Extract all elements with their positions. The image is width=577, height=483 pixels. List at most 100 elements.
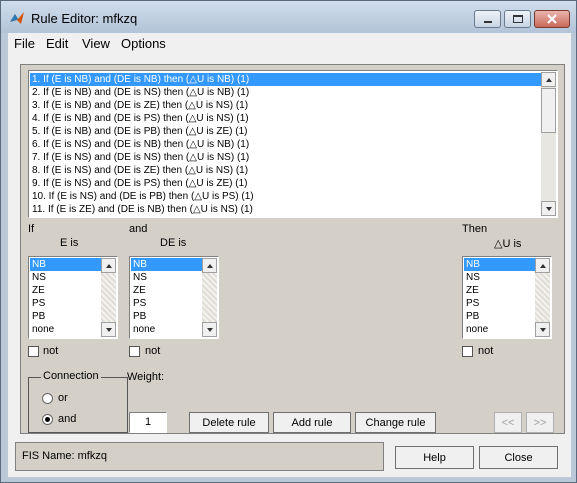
- connection-group: Connection or and: [28, 370, 128, 433]
- rule-row[interactable]: 8. If (E is NS) and (DE is ZE) then (△U …: [30, 164, 543, 177]
- close-window-button[interactable]: [534, 10, 570, 28]
- rules-list[interactable]: 1. If (E is NB) and (DE is NB) then (△U …: [28, 70, 558, 218]
- u-list-scrollbar[interactable]: [535, 258, 550, 337]
- title-bar: Rule Editor: mfkzq: [1, 1, 576, 33]
- list-item[interactable]: PB: [30, 310, 102, 323]
- scroll-down-button[interactable]: [535, 322, 550, 337]
- close-button[interactable]: Close: [479, 446, 558, 469]
- e-items: NB NS ZE PS PB none: [30, 258, 102, 336]
- list-item[interactable]: NB: [464, 258, 536, 271]
- or-radio[interactable]: [42, 393, 53, 404]
- rule-row[interactable]: 7. If (E is NS) and (DE is NS) then (△U …: [30, 151, 543, 164]
- de-list-scrollbar[interactable]: [202, 258, 217, 337]
- list-item[interactable]: ZE: [131, 284, 203, 297]
- de-is-label: DE is: [160, 237, 187, 249]
- rule-row[interactable]: 1. If (E is NB) and (DE is NB) then (△U …: [30, 73, 543, 86]
- client-area: 1. If (E is NB) and (DE is NB) then (△U …: [8, 54, 571, 477]
- rule-row[interactable]: 10. If (E is NS) and (DE is PB) then (△U…: [30, 190, 543, 203]
- rule-row[interactable]: 2. If (E is NB) and (DE is NS) then (△U …: [30, 86, 543, 99]
- rule-editor-window: Rule Editor: mfkzq File Edit View Option…: [0, 0, 577, 483]
- list-item[interactable]: none: [464, 323, 536, 336]
- minimize-button[interactable]: [474, 10, 501, 28]
- scroll-down-button[interactable]: [101, 322, 116, 337]
- menu-edit[interactable]: Edit: [46, 36, 68, 51]
- list-item[interactable]: NB: [30, 258, 102, 271]
- arrow-up-icon: [545, 77, 552, 82]
- list-item[interactable]: none: [30, 323, 102, 336]
- connection-title: Connection: [41, 370, 101, 382]
- weight-label: Weight:: [127, 371, 165, 383]
- window-title: Rule Editor: mfkzq: [31, 11, 138, 26]
- status-bar: FIS Name: mfkzq: [15, 442, 384, 471]
- scroll-down-button[interactable]: [541, 201, 556, 216]
- next-button[interactable]: >>: [526, 412, 554, 433]
- or-label: or: [58, 392, 68, 404]
- and-radio[interactable]: [42, 414, 53, 425]
- minimize-icon: [483, 21, 492, 23]
- arrow-down-icon: [539, 327, 546, 332]
- arrow-up-icon: [206, 263, 213, 268]
- rule-row[interactable]: 5. If (E is NB) and (DE is PB) then (△U …: [30, 125, 543, 138]
- scroll-up-button[interactable]: [101, 258, 116, 273]
- menu-view[interactable]: View: [82, 36, 110, 51]
- u-membership-list[interactable]: NB NS ZE PS PB none: [462, 256, 552, 339]
- rule-row[interactable]: 4. If (E is NB) and (DE is PS) then (△U …: [30, 112, 543, 125]
- if-label: If: [28, 223, 35, 235]
- and-label: and: [129, 223, 148, 235]
- list-item[interactable]: PB: [131, 310, 203, 323]
- add-rule-button[interactable]: Add rule: [273, 412, 351, 433]
- de-not-label: not: [145, 345, 161, 357]
- rule-row[interactable]: 9. If (E is NS) and (DE is PS) then (△U …: [30, 177, 543, 190]
- list-item[interactable]: PS: [131, 297, 203, 310]
- u-items: NB NS ZE PS PB none: [464, 258, 536, 336]
- help-button[interactable]: Help: [395, 446, 474, 469]
- delete-rule-button[interactable]: Delete rule: [189, 412, 269, 433]
- close-icon: [547, 14, 557, 24]
- list-item[interactable]: PS: [30, 297, 102, 310]
- scroll-thumb[interactable]: [541, 88, 556, 133]
- e-membership-list[interactable]: NB NS ZE PS PB none: [28, 256, 118, 339]
- list-item[interactable]: NS: [464, 271, 536, 284]
- e-not-checkbox[interactable]: [28, 346, 39, 357]
- menu-bar: File Edit View Options: [8, 33, 571, 54]
- rule-row[interactable]: 6. If (E is NS) and (DE is NB) then (△U …: [30, 138, 543, 151]
- scroll-up-button[interactable]: [535, 258, 550, 273]
- scroll-up-button[interactable]: [202, 258, 217, 273]
- list-item[interactable]: NS: [30, 271, 102, 284]
- rules-scrollbar[interactable]: [541, 72, 556, 216]
- rule-row[interactable]: 3. If (E is NB) and (DE is ZE) then (△U …: [30, 99, 543, 112]
- arrow-down-icon: [545, 206, 552, 211]
- de-items: NB NS ZE PS PB none: [131, 258, 203, 336]
- de-not-checkbox[interactable]: [129, 346, 140, 357]
- rule-panel: 1. If (E is NB) and (DE is NB) then (△U …: [20, 64, 565, 434]
- scroll-up-button[interactable]: [541, 72, 556, 87]
- rules-items: 1. If (E is NB) and (DE is NB) then (△U …: [30, 73, 543, 216]
- maximize-button[interactable]: [504, 10, 531, 28]
- scroll-down-button[interactable]: [202, 322, 217, 337]
- rule-row[interactable]: 11. If (E is ZE) and (DE is NB) then (△U…: [30, 203, 543, 216]
- fis-name-text: FIS Name: mfkzq: [22, 450, 107, 462]
- u-not-label: not: [478, 345, 494, 357]
- list-item[interactable]: ZE: [30, 284, 102, 297]
- and-connection-label: and: [58, 413, 77, 425]
- menu-file[interactable]: File: [14, 36, 35, 51]
- list-item[interactable]: NB: [131, 258, 203, 271]
- weight-input[interactable]: 1: [129, 412, 167, 433]
- de-membership-list[interactable]: NB NS ZE PS PB none: [129, 256, 219, 339]
- then-label: Then: [462, 223, 488, 235]
- menu-options[interactable]: Options: [121, 36, 166, 51]
- list-item[interactable]: PB: [464, 310, 536, 323]
- e-is-label: E is: [60, 237, 79, 249]
- arrow-down-icon: [206, 327, 213, 332]
- e-list-scrollbar[interactable]: [101, 258, 116, 337]
- list-item[interactable]: NS: [131, 271, 203, 284]
- list-item[interactable]: PS: [464, 297, 536, 310]
- u-not-checkbox[interactable]: [462, 346, 473, 357]
- matlab-logo-icon: [9, 10, 25, 26]
- e-not-label: not: [43, 345, 59, 357]
- change-rule-button[interactable]: Change rule: [355, 412, 436, 433]
- list-item[interactable]: ZE: [464, 284, 536, 297]
- arrow-down-icon: [105, 327, 112, 332]
- list-item[interactable]: none: [131, 323, 203, 336]
- previous-button[interactable]: <<: [494, 412, 522, 433]
